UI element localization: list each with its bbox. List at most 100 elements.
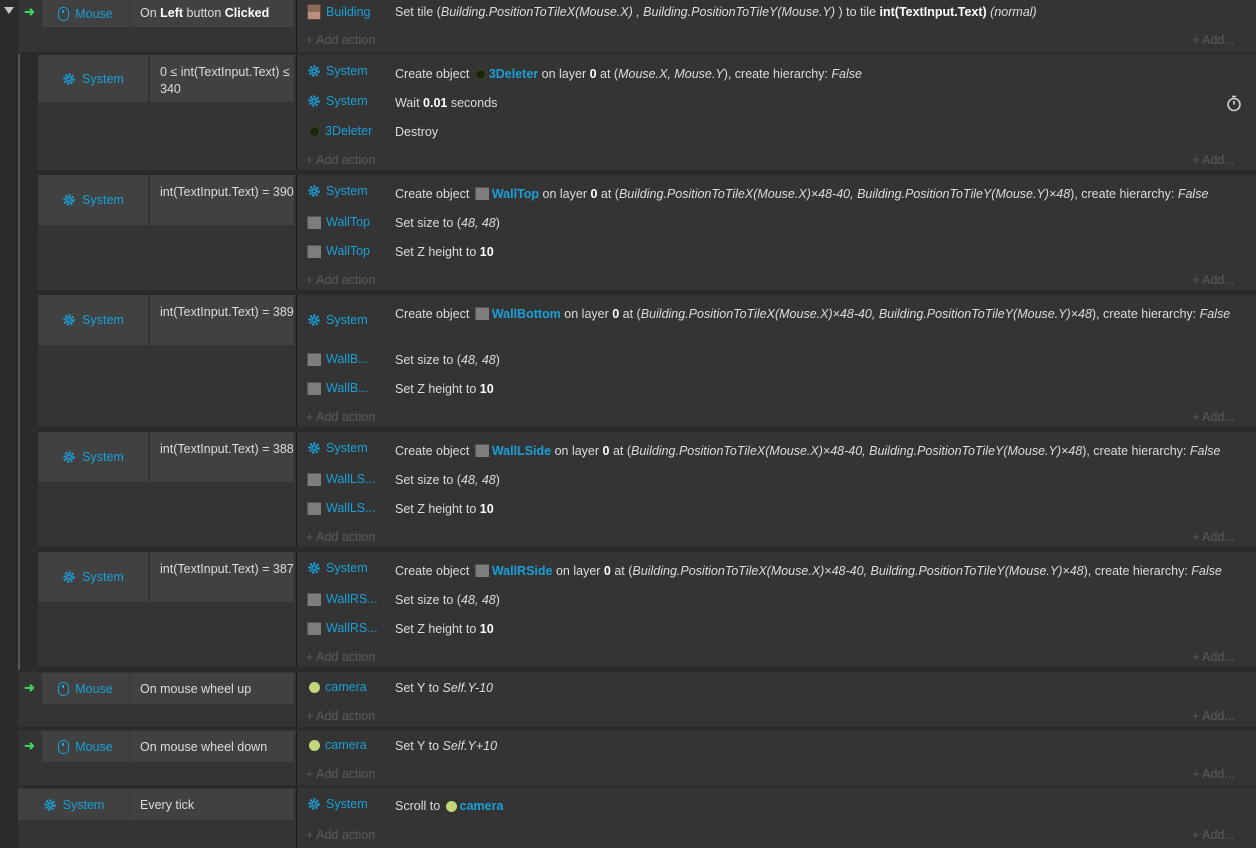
add-action-link[interactable]: + Add action: [306, 273, 375, 287]
sprite-dot-icon: [474, 69, 486, 80]
add-link[interactable]: + Add...: [1192, 153, 1235, 167]
condition-object-system[interactable]: System: [38, 175, 148, 225]
action-set-size[interactable]: Set size to (48, 48): [395, 352, 500, 369]
subevent-indent-bar: [18, 54, 20, 670]
wall-tile-icon: [474, 187, 489, 200]
action-set-y[interactable]: Set Y to Self.Y-10: [395, 680, 493, 697]
action-scroll-to[interactable]: Scroll to camera: [395, 798, 503, 815]
condition-object-system[interactable]: System: [38, 295, 148, 345]
action-object-system[interactable]: System: [307, 561, 368, 575]
action-set-z-height[interactable]: Set Z height to 10: [395, 621, 494, 638]
condition-text[interactable]: int(TextInput.Text) = 390: [150, 175, 294, 225]
add-link[interactable]: + Add...: [1192, 767, 1235, 781]
action-set-size[interactable]: Set size to (48, 48): [395, 215, 500, 232]
action-object-camera[interactable]: camera: [309, 680, 367, 694]
gear-icon: [63, 72, 75, 85]
add-action-link[interactable]: + Add action: [306, 153, 375, 167]
condition-object-system[interactable]: System: [38, 432, 148, 482]
action-create-object[interactable]: Create object WallBottom on layer 0 at (…: [395, 306, 1235, 323]
condition-object-system[interactable]: System: [38, 552, 148, 602]
condition-text[interactable]: int(TextInput.Text) = 389: [150, 295, 294, 345]
condition-text[interactable]: On mouse wheel down: [130, 731, 294, 762]
action-object-3deleter[interactable]: 3Deleter: [309, 124, 372, 138]
column-separator: [296, 672, 297, 727]
stopwatch-icon: [1227, 95, 1241, 112]
action-object-system[interactable]: System: [307, 313, 368, 327]
add-link[interactable]: + Add...: [1192, 410, 1235, 424]
condition-object-system[interactable]: System: [38, 55, 148, 102]
gear-icon: [43, 798, 56, 811]
action-create-object[interactable]: Create object WallTop on layer 0 at (Bui…: [395, 186, 1208, 203]
action-set-size[interactable]: Set size to (48, 48): [395, 592, 500, 609]
action-object-system[interactable]: System: [307, 94, 368, 108]
column-separator: [296, 552, 297, 667]
action-destroy[interactable]: Destroy: [395, 124, 438, 141]
action-set-size[interactable]: Set size to (48, 48): [395, 472, 500, 489]
trigger-arrow-icon: ➜: [24, 4, 35, 19]
action-object-camera[interactable]: camera: [309, 738, 367, 752]
column-separator: [296, 788, 297, 848]
condition-text[interactable]: On mouse wheel up: [130, 673, 294, 704]
action-object-walllside[interactable]: WallLS...: [307, 501, 376, 515]
add-action-link[interactable]: + Add action: [306, 530, 375, 544]
action-object-wallrside[interactable]: WallRS...: [307, 592, 378, 606]
condition-object-mouse[interactable]: Mouse: [42, 0, 129, 27]
action-set-y[interactable]: Set Y to Self.Y+10: [395, 738, 497, 755]
action-create-object[interactable]: Create object 3Deleter on layer 0 at (Mo…: [395, 66, 862, 83]
condition-text[interactable]: On Left button Clicked: [130, 0, 294, 27]
column-separator: [296, 730, 297, 785]
add-link[interactable]: + Add...: [1192, 650, 1235, 664]
action-object-system[interactable]: System: [307, 64, 368, 78]
column-separator: [296, 432, 297, 547]
tilemap-icon: [307, 4, 321, 20]
condition-text[interactable]: Every tick: [130, 789, 294, 820]
add-link[interactable]: + Add...: [1192, 709, 1235, 723]
gear-icon: [308, 798, 320, 810]
column-separator: [296, 295, 297, 427]
action-object-walltop[interactable]: WallTop: [307, 244, 370, 258]
action-set-z-height[interactable]: Set Z height to 10: [395, 501, 494, 518]
add-action-link[interactable]: + Add action: [306, 410, 375, 424]
gear-icon: [308, 442, 320, 454]
add-action-link[interactable]: + Add action: [306, 828, 375, 842]
gear-icon: [63, 314, 75, 326]
condition-object-mouse[interactable]: Mouse: [42, 673, 129, 704]
add-link[interactable]: + Add...: [1192, 530, 1235, 544]
column-separator: [296, 55, 297, 170]
add-action-link[interactable]: + Add action: [306, 650, 375, 664]
add-link[interactable]: + Add...: [1192, 33, 1235, 47]
add-action-link[interactable]: + Add action: [306, 709, 375, 723]
add-link[interactable]: + Add...: [1192, 273, 1235, 287]
condition-text[interactable]: int(TextInput.Text) = 388: [150, 432, 294, 482]
wall-tile-icon: [307, 621, 321, 635]
wall-tile-icon: [307, 352, 321, 366]
condition-object-system[interactable]: System: [18, 789, 129, 820]
action-wait[interactable]: Wait 0.01 seconds: [395, 95, 497, 112]
action-object-wallrside[interactable]: WallRS...: [307, 621, 378, 635]
wall-tile-icon: [307, 381, 321, 395]
action-create-object[interactable]: Create object WallRSide on layer 0 at (B…: [395, 563, 1222, 580]
wall-tile-icon: [307, 472, 321, 486]
action-set-tile[interactable]: Set tile (Building.PositionToTileX(Mouse…: [395, 4, 1037, 21]
condition-object-mouse[interactable]: Mouse: [42, 731, 129, 762]
action-object-system[interactable]: System: [307, 797, 368, 811]
add-link[interactable]: + Add...: [1192, 828, 1235, 842]
collapse-triangle-icon[interactable]: [4, 7, 14, 14]
action-object-wallbottom[interactable]: WallB...: [307, 381, 369, 395]
gear-icon: [63, 194, 75, 206]
action-object-system[interactable]: System: [307, 184, 368, 198]
action-object-walllside[interactable]: WallLS...: [307, 472, 376, 486]
action-object-walltop[interactable]: WallTop: [307, 215, 370, 229]
action-set-z-height[interactable]: Set Z height to 10: [395, 381, 494, 398]
condition-text[interactable]: 0 ≤ int(TextInput.Text) ≤ 340: [150, 55, 294, 102]
action-set-z-height[interactable]: Set Z height to 10: [395, 244, 494, 261]
action-object-building[interactable]: Building: [307, 4, 370, 20]
mouse-icon: [58, 6, 70, 21]
condition-text[interactable]: int(TextInput.Text) = 387: [150, 552, 294, 602]
add-action-link[interactable]: + Add action: [306, 767, 375, 781]
action-object-system[interactable]: System: [307, 441, 368, 455]
add-action-link[interactable]: + Add action: [306, 33, 375, 47]
action-create-object[interactable]: Create object WallLSide on layer 0 at (B…: [395, 443, 1220, 460]
wall-tile-icon: [474, 307, 489, 320]
action-object-wallbottom[interactable]: WallB...: [307, 352, 369, 366]
